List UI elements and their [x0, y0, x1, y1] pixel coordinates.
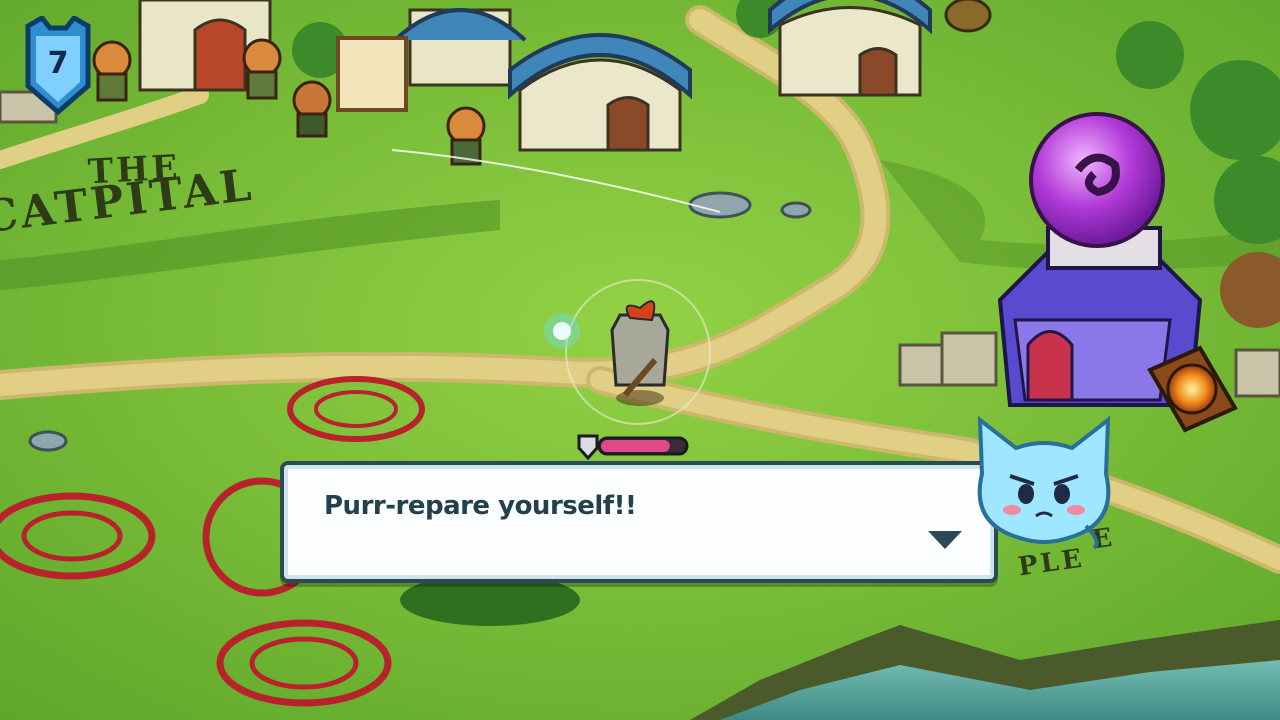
armor-shield-icon: [577, 434, 599, 460]
dialog-box[interactable]: Purr-repare yourself!!: [280, 461, 998, 583]
player-health-bar: [577, 434, 689, 460]
health-fill: [601, 440, 670, 452]
level-number: 7: [47, 46, 69, 81]
dialog-text: Purr-repare yourself!!: [324, 491, 637, 521]
magic-orb: [1029, 112, 1165, 248]
chevron-down-icon[interactable]: [926, 529, 964, 551]
hedgehog-creature: [944, 0, 992, 33]
world-map: [0, 0, 1280, 720]
spirry-blue-cat-icon: [977, 415, 1111, 550]
spirit-wisp: [544, 313, 580, 349]
level-badge[interactable]: 7: [20, 14, 96, 116]
